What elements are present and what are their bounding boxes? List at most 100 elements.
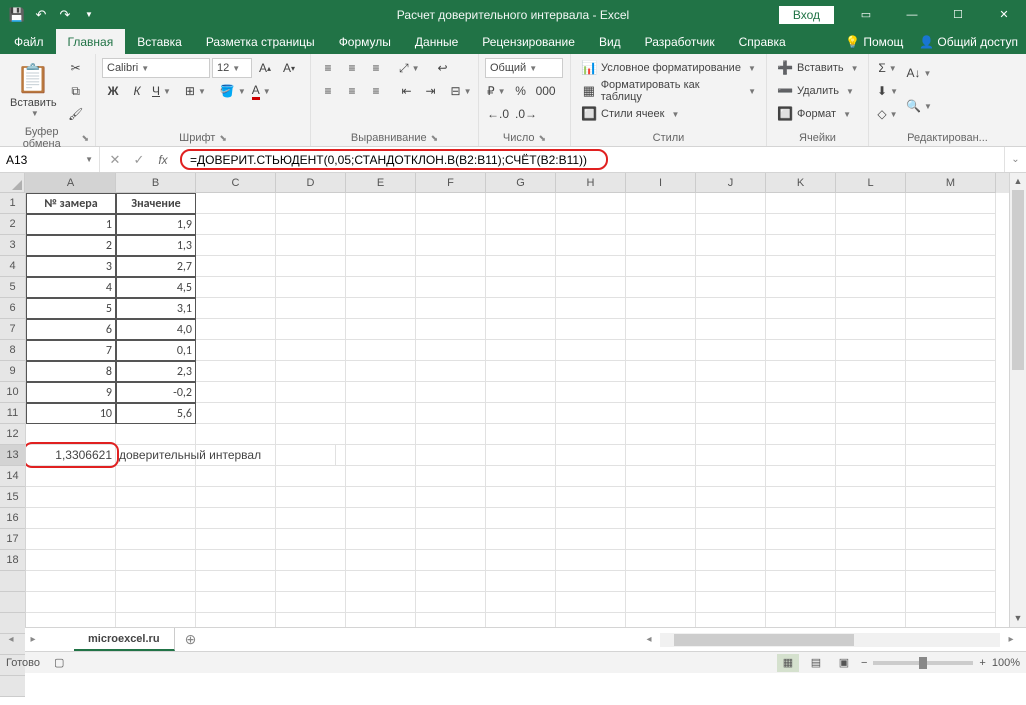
cell-A6[interactable]: 5 [26, 298, 116, 319]
col-header-B[interactable]: B [116, 173, 196, 193]
cell-I8[interactable] [626, 340, 696, 361]
cell-I5[interactable] [626, 277, 696, 298]
cell-C9[interactable] [196, 361, 276, 382]
cell-M14[interactable] [906, 466, 996, 487]
cell-J16[interactable] [696, 508, 766, 529]
col-header-G[interactable]: G [486, 173, 556, 193]
cell-E15[interactable] [346, 487, 416, 508]
cell-C3[interactable] [196, 235, 276, 256]
cell-C5[interactable] [196, 277, 276, 298]
macro-record-icon[interactable]: ▢ [54, 656, 64, 669]
cell-I1[interactable] [626, 193, 696, 214]
cell-C20[interactable] [196, 592, 276, 613]
row-header-20[interactable] [0, 592, 25, 613]
row-header-4[interactable]: 4 [0, 256, 25, 277]
decrease-font-icon[interactable]: A▾ [278, 58, 300, 78]
cell-H5[interactable] [556, 277, 626, 298]
cell-A15[interactable] [26, 487, 116, 508]
cell-H19[interactable] [556, 571, 626, 592]
cell-D16[interactable] [276, 508, 346, 529]
cell-C7[interactable] [196, 319, 276, 340]
wrap-text-icon[interactable]: ↩ [432, 58, 454, 78]
cell-G10[interactable] [486, 382, 556, 403]
cell-E7[interactable] [346, 319, 416, 340]
cell-A18[interactable] [26, 550, 116, 571]
cell-G15[interactable] [486, 487, 556, 508]
cell-H8[interactable] [556, 340, 626, 361]
col-header-D[interactable]: D [276, 173, 346, 193]
cell-F1[interactable] [416, 193, 486, 214]
col-header-C[interactable]: C [196, 173, 276, 193]
cell-M3[interactable] [906, 235, 996, 256]
cell-H6[interactable] [556, 298, 626, 319]
orientation-icon[interactable]: ⤢▼ [397, 58, 422, 78]
autosum-icon[interactable]: Σ▼ [875, 58, 900, 78]
cell-I20[interactable] [626, 592, 696, 613]
undo-icon[interactable]: ↶ [30, 4, 52, 26]
cell-E14[interactable] [346, 466, 416, 487]
find-select-icon[interactable]: 🔍▼ [904, 91, 934, 121]
cell-B12[interactable] [116, 424, 196, 445]
cell-E16[interactable] [346, 508, 416, 529]
cell-B15[interactable] [116, 487, 196, 508]
vertical-scrollbar[interactable]: ▲ ▼ [1009, 173, 1026, 627]
zoom-level[interactable]: 100% [992, 657, 1020, 669]
cell-C12[interactable] [196, 424, 276, 445]
cell-B13[interactable]: доверительный интервал [116, 445, 336, 466]
cell-L6[interactable] [836, 298, 906, 319]
cell-E9[interactable] [346, 361, 416, 382]
cell-K4[interactable] [766, 256, 836, 277]
zoom-in-icon[interactable]: + [979, 657, 985, 669]
select-all-corner[interactable] [0, 173, 25, 193]
formula-input[interactable] [178, 153, 1004, 167]
clear-icon[interactable]: ◇▼ [875, 104, 900, 124]
cell-G4[interactable] [486, 256, 556, 277]
cell-J13[interactable] [696, 445, 766, 466]
font-size-combo[interactable]: 12▼ [212, 58, 252, 78]
cell-G19[interactable] [486, 571, 556, 592]
cell-L13[interactable] [836, 445, 906, 466]
cell-B20[interactable] [116, 592, 196, 613]
col-header-I[interactable]: I [626, 173, 696, 193]
cell-K6[interactable] [766, 298, 836, 319]
cell-B21[interactable] [116, 613, 196, 627]
cell-F10[interactable] [416, 382, 486, 403]
cell-H18[interactable] [556, 550, 626, 571]
cell-C19[interactable] [196, 571, 276, 592]
cell-B19[interactable] [116, 571, 196, 592]
tab-формулы[interactable]: Формулы [327, 29, 403, 54]
row-header-14[interactable]: 14 [0, 466, 25, 487]
cell-M15[interactable] [906, 487, 996, 508]
cell-K20[interactable] [766, 592, 836, 613]
cell-C17[interactable] [196, 529, 276, 550]
cell-F11[interactable] [416, 403, 486, 424]
cell-G7[interactable] [486, 319, 556, 340]
cell-K15[interactable] [766, 487, 836, 508]
cell-E19[interactable] [346, 571, 416, 592]
cell-A14[interactable] [26, 466, 116, 487]
cell-L7[interactable] [836, 319, 906, 340]
cell-M16[interactable] [906, 508, 996, 529]
cell-M13[interactable] [906, 445, 996, 466]
cell-B3[interactable]: 1,3 [116, 235, 196, 256]
add-sheet-icon[interactable]: ⊕ [178, 631, 204, 648]
cell-A13[interactable]: 1,3306621 [26, 445, 116, 466]
close-icon[interactable]: ✕ [982, 0, 1026, 29]
cell-M20[interactable] [906, 592, 996, 613]
cell-E5[interactable] [346, 277, 416, 298]
normal-view-icon[interactable]: ▦ [777, 654, 799, 672]
tab-разработчик[interactable]: Разработчик [633, 29, 727, 54]
cell-G13[interactable] [486, 445, 556, 466]
cell-I18[interactable] [626, 550, 696, 571]
cell-G16[interactable] [486, 508, 556, 529]
cell-D15[interactable] [276, 487, 346, 508]
row-header-5[interactable]: 5 [0, 277, 25, 298]
login-button[interactable]: Вход [779, 6, 834, 24]
cell-I6[interactable] [626, 298, 696, 319]
cell-M6[interactable] [906, 298, 996, 319]
cell-I17[interactable] [626, 529, 696, 550]
cell-L16[interactable] [836, 508, 906, 529]
cell-B11[interactable]: 5,6 [116, 403, 196, 424]
currency-icon[interactable]: ₽▼ [485, 81, 508, 101]
cell-F20[interactable] [416, 592, 486, 613]
